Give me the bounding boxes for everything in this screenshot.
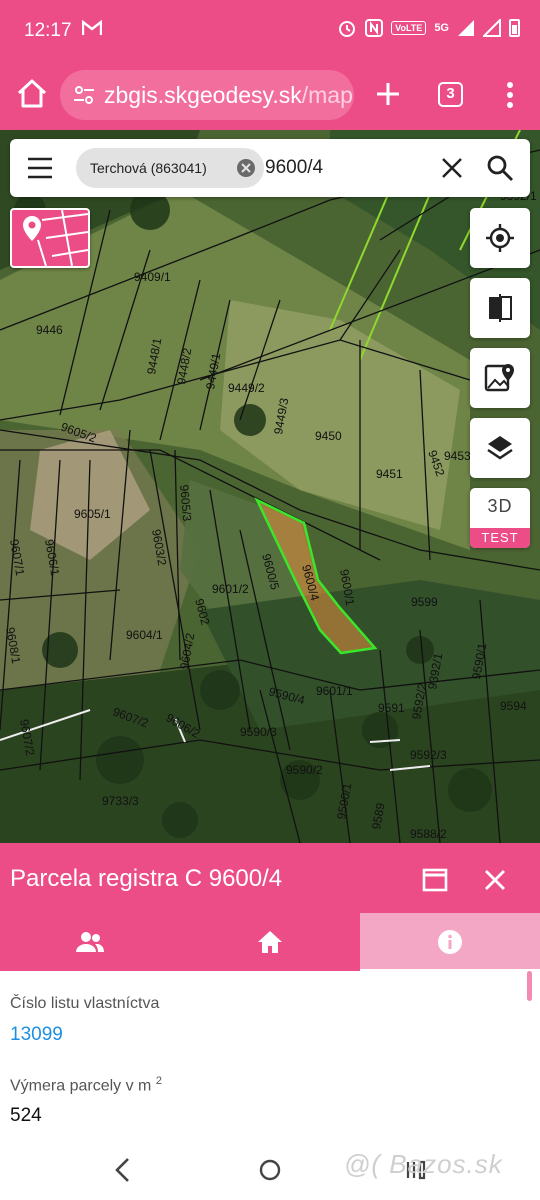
- compare-button[interactable]: [470, 278, 530, 338]
- area-value: 524: [10, 1105, 42, 1126]
- my-location-button[interactable]: [470, 208, 530, 268]
- photo-map-button[interactable]: [470, 348, 530, 408]
- panel-tabs: [0, 913, 540, 971]
- url-host: zbgis.skgeodesy.sk: [104, 81, 302, 108]
- parcel-label: 9590/2: [286, 763, 323, 777]
- parcel-map-icon: [23, 210, 88, 266]
- crosshair-icon: [486, 224, 514, 252]
- scrollbar[interactable]: [527, 971, 532, 1001]
- parcel-label: 9601/2: [212, 582, 249, 596]
- battery-icon: [509, 19, 520, 37]
- parcel-label: 9409/1: [134, 270, 171, 284]
- system-nav-bar: @( Bazos.sk: [0, 1141, 540, 1200]
- parcel-label: 9599: [411, 595, 438, 609]
- site-settings-icon[interactable]: [72, 83, 96, 107]
- ownership-sheet-label: Číslo listu vlastníctva: [10, 995, 160, 1012]
- parcel-label: 9591: [378, 701, 405, 715]
- maximize-icon[interactable]: [422, 867, 448, 893]
- test-badge: TEST: [470, 528, 530, 548]
- parcel-label: 9446: [36, 323, 63, 337]
- compare-icon: [489, 294, 512, 322]
- status-time: 12:17: [24, 20, 72, 41]
- hamburger-menu-icon[interactable]: [26, 155, 54, 181]
- area-label-text: Výmera parcely v m: [10, 1077, 152, 1095]
- gmail-icon: [81, 19, 103, 41]
- url-bar[interactable]: zbgis.skgeodesy.sk/map: [60, 70, 354, 120]
- layers-button[interactable]: [470, 418, 530, 478]
- watermark: @( Bazos.sk: [344, 1149, 503, 1179]
- panel-title: Parcela registra C 9600/4: [10, 865, 283, 892]
- status-icons: VoLTE 5G: [337, 18, 520, 38]
- signal-icon: [458, 20, 474, 36]
- parcel-label: 9604/1: [126, 628, 163, 642]
- parcel-label: 9733/3: [102, 794, 139, 808]
- parcel-label: 9451: [376, 467, 403, 481]
- volte-badge: VoLTE: [391, 21, 427, 35]
- tab-parcel[interactable]: [180, 913, 360, 971]
- tab-owners[interactable]: [0, 913, 180, 971]
- home-icon[interactable]: [14, 76, 50, 112]
- network-type: 5G: [434, 22, 449, 34]
- search-input[interactable]: 9600/4: [265, 157, 323, 179]
- nav-home-icon[interactable]: [258, 1158, 282, 1182]
- parcel-label: 9590/3: [240, 725, 277, 739]
- back-icon[interactable]: [112, 1157, 134, 1183]
- people-icon: [76, 932, 104, 952]
- location-chip[interactable]: Terchová (863041): [76, 148, 264, 188]
- basemap-thumbnail[interactable]: [10, 208, 90, 268]
- 3d-view-button[interactable]: 3D TEST: [470, 488, 530, 548]
- parcel-label: 9592/3: [410, 748, 447, 762]
- signal-icon-2: [483, 19, 501, 37]
- screen: 12:17 VoLTE 5G zbgis.skgeodesy.sk/map 3: [0, 0, 540, 1200]
- ownership-sheet-link[interactable]: 13099: [10, 1024, 63, 1046]
- new-tab-icon[interactable]: [372, 78, 404, 110]
- parcel-label: 9450: [315, 429, 342, 443]
- map-photo-icon: [484, 364, 514, 392]
- tab-info[interactable]: [360, 913, 540, 971]
- search-bar: Terchová (863041) 9600/4: [10, 139, 530, 197]
- parcel-label: 9449/2: [228, 381, 265, 395]
- parcel-label: 9588/2: [410, 827, 447, 841]
- status-bar: 12:17 VoLTE 5G: [0, 0, 540, 62]
- 3d-label: 3D: [487, 496, 513, 516]
- search-icon[interactable]: [486, 154, 514, 182]
- nfc-icon: [365, 19, 384, 37]
- clear-search-icon[interactable]: [440, 156, 464, 180]
- alarm-icon: [339, 21, 356, 37]
- tab-switcher-button[interactable]: 3: [438, 82, 463, 107]
- home-icon: [258, 931, 282, 953]
- info-icon: [438, 930, 462, 954]
- overflow-menu-icon[interactable]: [500, 80, 520, 110]
- url-path: /map: [301, 81, 353, 108]
- parcel-label: 9453: [444, 449, 471, 463]
- browser-toolbar: zbgis.skgeodesy.sk/map 3: [0, 62, 540, 130]
- parcel-label: 9594: [500, 699, 527, 713]
- parcel-label: 9605/1: [74, 507, 111, 521]
- area-label: Výmera parcely v m 2: [10, 1075, 162, 1095]
- parcel-info: Číslo listu vlastníctva 13099 Výmera par…: [0, 971, 540, 1141]
- remove-chip-icon[interactable]: [236, 158, 256, 178]
- location-chip-label: Terchová (863041): [90, 160, 207, 176]
- parcel-label: 9601/1: [316, 684, 353, 698]
- close-icon[interactable]: [482, 867, 508, 893]
- layers-icon: [487, 436, 513, 460]
- parcel-panel-header: Parcela registra C 9600/4: [0, 843, 540, 971]
- area-label-sup: 2: [155, 1075, 162, 1087]
